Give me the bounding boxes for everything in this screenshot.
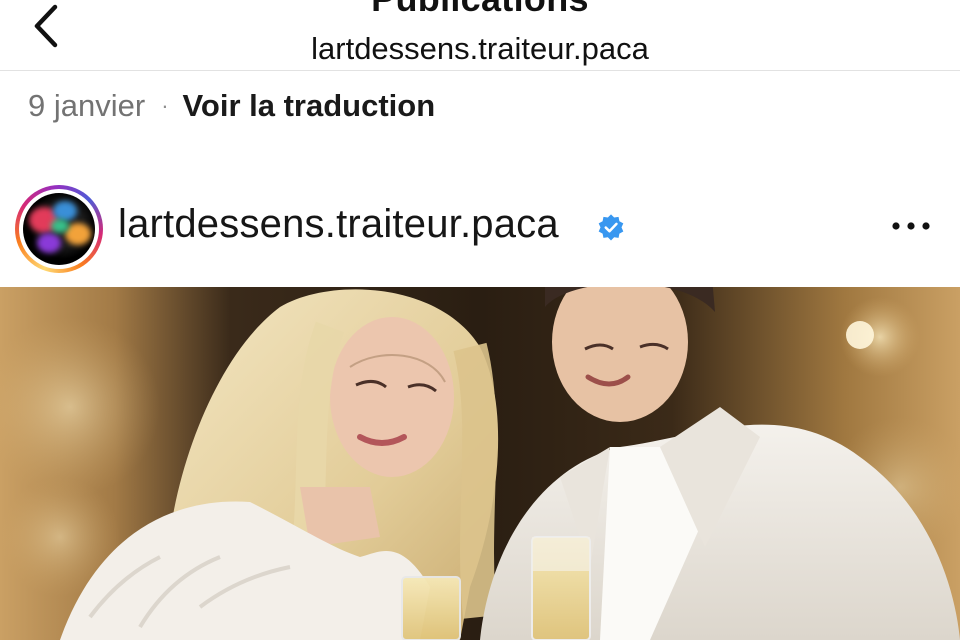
page-title: Publications [0,0,960,20]
avatar-splash-blue [53,201,77,221]
post-photo[interactable] [0,287,960,640]
post-meta: 9 janvier · Voir la traduction [28,86,435,126]
verified-badge-icon [598,214,624,241]
avatar-gap [19,189,99,269]
post-date: 9 janvier [28,88,146,123]
see-translation-link[interactable]: Voir la traduction [183,88,436,124]
avatar-image [23,193,95,265]
avatar[interactable] [15,185,103,273]
more-options-button[interactable] [888,206,934,246]
post-username[interactable]: lartdessens.traiteur.paca [118,202,559,247]
avatar-splash-purple [37,233,61,253]
header-divider [0,70,960,71]
meta-separator: · [161,93,169,118]
post-header: lartdessens.traiteur.paca [0,180,960,276]
more-horizontal-icon [892,222,930,230]
wedding-photo-illustration [0,287,960,640]
top-bar: Publications lartdessens.traiteur.paca [0,0,960,70]
avatar-splash-green [51,219,69,233]
page-subtitle: lartdessens.traiteur.paca [311,31,649,66]
